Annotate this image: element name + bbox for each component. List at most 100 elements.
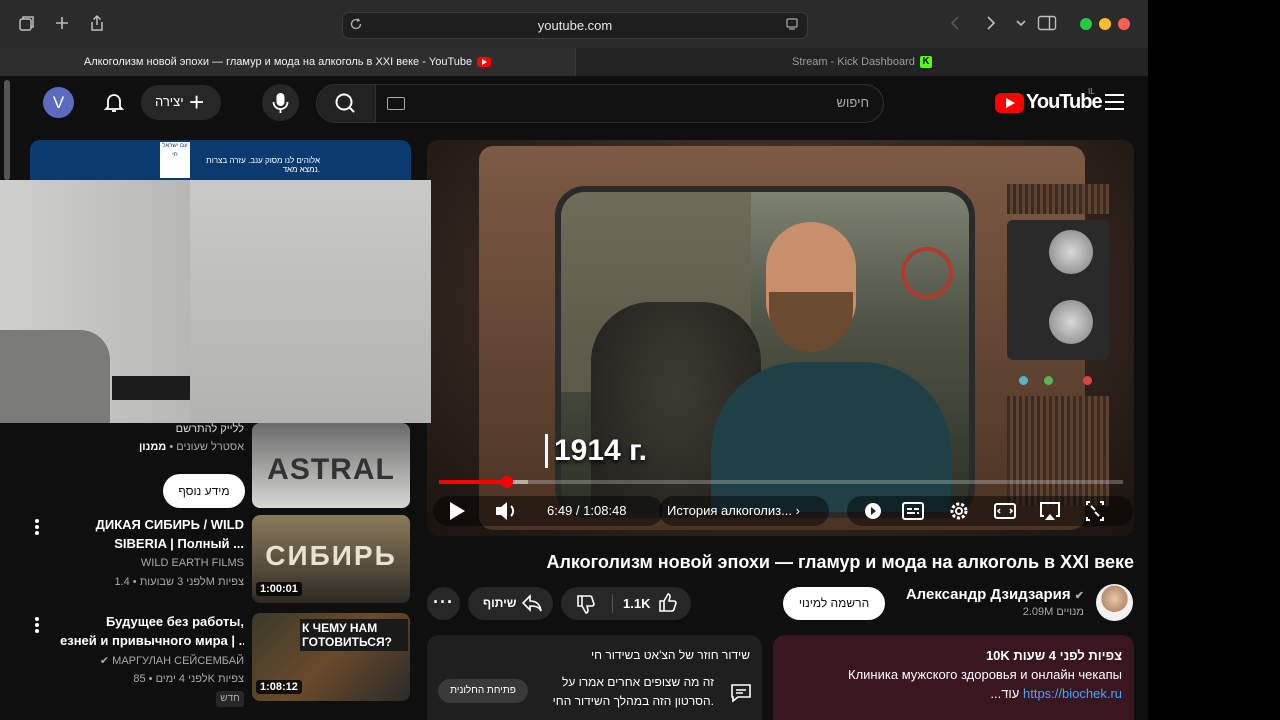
video-player[interactable]: 1914 г. 6:49 / 1:08:48 История алкоголиз… — [427, 140, 1134, 536]
show-more-link[interactable]: ...עוד — [990, 686, 1019, 701]
new-tab-icon[interactable] — [52, 14, 72, 34]
recommended-meta: אסטרל שעונים • ממנון — [138, 441, 244, 453]
channel-name-text: Александр Дзидзария — [905, 586, 1071, 603]
tv-knob-panel — [1007, 220, 1109, 360]
verified-icon: ✔︎ — [99, 655, 110, 667]
account-avatar[interactable]: V — [43, 87, 74, 118]
voice-search-button[interactable] — [262, 84, 299, 121]
progress-bar[interactable] — [439, 476, 1123, 488]
search-input[interactable]: חיפוש — [837, 95, 869, 110]
address-bar[interactable]: youtube.com — [342, 12, 808, 39]
thumbnail-text: К ЧЕМУ НАМ ГОТОВИТЬСЯ? — [300, 619, 408, 651]
tab-youtube-label: Алкоголизм новой эпохи — гламур и мода н… — [83, 56, 473, 68]
subscriber-count: 2.09M מנויים — [1022, 606, 1084, 618]
create-button[interactable]: יצירה + — [141, 85, 221, 120]
autoplay-toggle[interactable] — [863, 496, 883, 526]
chevron-right-icon: › — [795, 503, 800, 518]
tv-knob-icon — [1049, 230, 1093, 274]
back-icon[interactable] — [946, 14, 966, 34]
description-stats: 10K צפיות לפני 4 שעות — [985, 648, 1122, 663]
item-menu-kebab-icon[interactable] — [34, 617, 40, 633]
chapter-title[interactable]: История алкоголиз... › — [667, 503, 800, 518]
maximize-button[interactable] — [1080, 18, 1092, 30]
volume-button[interactable] — [493, 496, 519, 526]
item-menu-kebab-icon[interactable] — [34, 519, 40, 535]
recommended-title[interactable]: езней и привычного мира | ... — [60, 633, 244, 648]
minimize-button[interactable] — [1099, 18, 1111, 30]
region-code: IL — [1088, 87, 1095, 96]
more-info-button[interactable]: מידע נוסף — [163, 474, 245, 508]
channel-avatar[interactable] — [1096, 584, 1133, 621]
recommended-title[interactable]: ДИКАЯ СИБИРЬ / WILD — [60, 517, 244, 532]
tab-kick-dashboard[interactable]: Stream - Kick Dashboard K — [576, 48, 1148, 76]
play-button[interactable] — [445, 496, 469, 526]
open-chat-button[interactable]: פתיחת החלונית — [438, 679, 528, 703]
subtitles-icon — [902, 502, 924, 520]
recommended-channel[interactable]: WILD EARTH FILMS — [60, 557, 244, 569]
chevron-down-icon[interactable] — [1011, 14, 1031, 34]
recommended-title[interactable]: Будущее без работы, — [60, 614, 244, 629]
thumbs-down-icon — [577, 595, 595, 614]
thumbnail-text: СИБИРЬ — [265, 540, 397, 571]
upload-age: לפני 4 ימים — [155, 673, 208, 685]
recommended-thumbnail[interactable]: К ЧЕМУ НАМ ГОТОВИТЬСЯ? 1:08:12 — [252, 613, 410, 701]
recommended-title[interactable]: ללייק להתרשם — [40, 423, 244, 435]
share-label: שיתוף — [483, 596, 517, 610]
airplay-button[interactable] — [1038, 496, 1062, 526]
search-box[interactable]: חיפוש — [316, 84, 884, 123]
share-button[interactable]: שיתוף — [468, 587, 553, 620]
recommended-meta: לפני 3 שבועות • 1.4M צפיות — [114, 576, 244, 588]
tab-bar: Алкоголизм новой эпохи — гламур и мода н… — [0, 48, 1148, 77]
sidebar-toggle-icon[interactable] — [1037, 14, 1057, 34]
hamburger-menu-icon[interactable] — [1105, 94, 1124, 110]
subscribe-button[interactable]: הרשמה למינוי — [783, 587, 885, 620]
dislike-button[interactable] — [575, 593, 597, 620]
ad-logo: עם ישראל חי — [160, 142, 190, 178]
description-link[interactable]: https://biochek.ru — [1023, 686, 1122, 701]
ad-banner[interactable]: עם ישראל חי אלוהים לנו מסוק ענב. עזרה בצ… — [30, 140, 411, 180]
tv-illustration — [479, 146, 1109, 530]
chat-bubble-icon — [730, 683, 751, 703]
tab-youtube[interactable]: Алкоголизм новой эпохи — гламур и мода н… — [0, 48, 576, 76]
tab-overview-icon[interactable] — [17, 14, 37, 34]
search-button[interactable] — [317, 85, 376, 122]
chat-replay-desc: זה מה שצופים אחרים אמרו על — [561, 675, 714, 689]
like-button[interactable] — [657, 592, 679, 619]
reader-icon[interactable] — [785, 17, 801, 33]
recommended-channel[interactable]: ✔︎ МАРГУЛАН СЕЙСЕМБАЙ — [60, 654, 244, 667]
gear-icon — [950, 502, 968, 520]
keyboard-icon[interactable] — [387, 97, 405, 110]
description-text: Клиника мужского здоровья и онлайн чекап… — [848, 667, 1122, 682]
video-title: Алкоголизм новой эпохи — гламур и мода н… — [546, 552, 1134, 572]
close-button[interactable] — [1118, 18, 1130, 30]
fullscreen-button[interactable] — [1083, 496, 1107, 526]
like-count: 1.1K — [623, 596, 651, 611]
more-actions-button[interactable]: ··· — [427, 587, 460, 620]
airplay-icon — [1040, 502, 1060, 520]
progress-played — [439, 480, 508, 484]
duration-badge: 1:08:12 — [256, 680, 302, 694]
page-scrollbar[interactable] — [4, 80, 10, 180]
share-arrow-icon — [521, 594, 542, 612]
channel-name[interactable]: Александр Дзидзария ✔︎ — [890, 586, 1084, 603]
forward-icon[interactable] — [980, 14, 1000, 34]
recommended-meta-text: אסטרל שעונים — [176, 441, 244, 453]
description-box[interactable]: 10K צפיות לפני 4 שעות Клиника мужского з… — [773, 635, 1134, 720]
webcam-overlay — [0, 180, 431, 423]
share-icon[interactable] — [87, 14, 107, 34]
notifications-bell-icon[interactable] — [102, 90, 126, 114]
microphone-icon — [272, 93, 289, 113]
table-figure — [112, 376, 190, 400]
youtube-play-logo-icon — [995, 93, 1024, 113]
recommended-channel: ממנון — [138, 441, 167, 453]
recommended-thumbnail[interactable]: ASTRAL — [252, 423, 410, 508]
video-year-overlay: 1914 г. — [545, 434, 647, 468]
theater-mode-button[interactable] — [993, 496, 1017, 526]
subtitles-button[interactable] — [901, 496, 925, 526]
live-chat-replay-panel: שידור חוזר של הצ'אט בשידור חי זה מה שצופ… — [427, 635, 762, 720]
browser-window: youtube.com Алкоголизм новой эпохи — гла… — [0, 0, 1148, 720]
settings-button[interactable] — [947, 496, 971, 526]
recommended-title[interactable]: SIBERIA | Полный ... — [60, 536, 244, 551]
recommended-thumbnail[interactable]: СИБИРЬ 1:00:01 — [252, 515, 410, 603]
no-alcohol-sign-icon — [901, 247, 953, 299]
